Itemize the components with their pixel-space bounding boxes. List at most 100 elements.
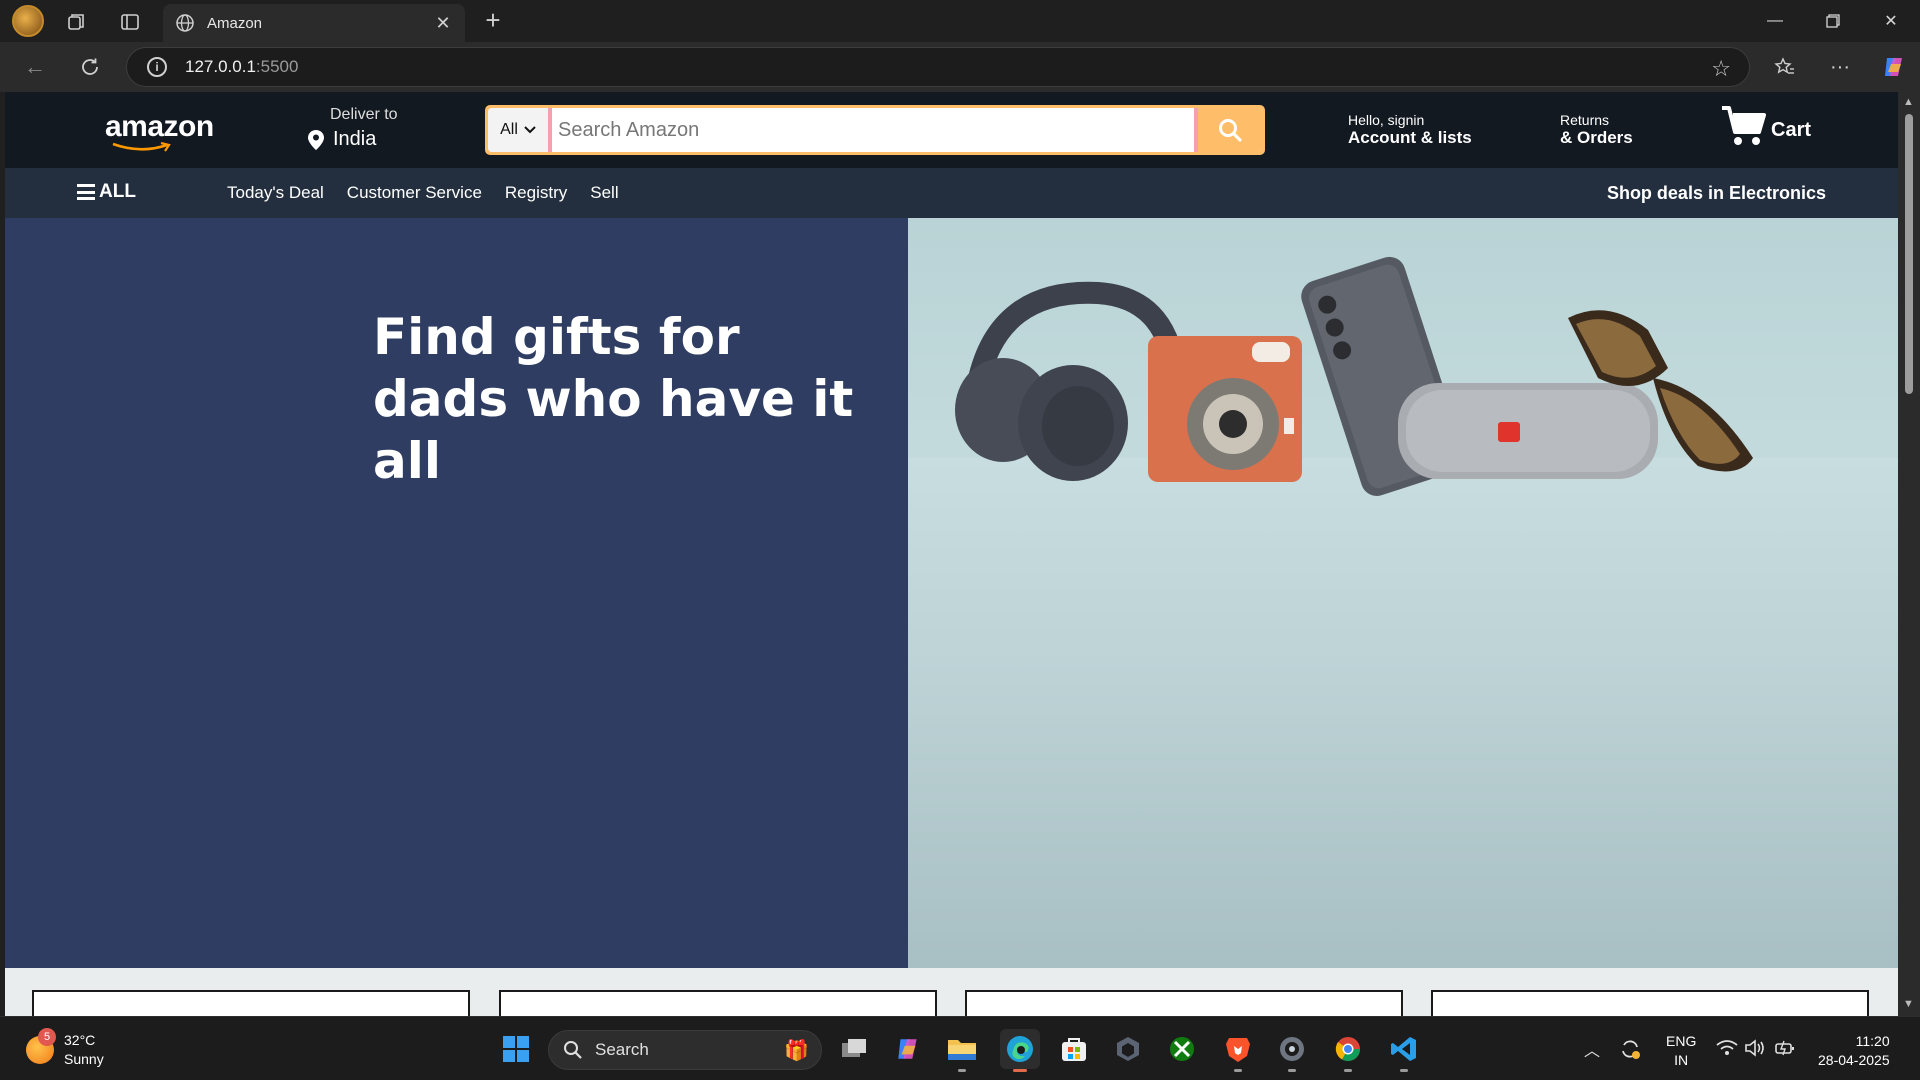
nav-links: Today's Deal Customer Service Registry S… [227, 183, 619, 203]
clock-time: 11:20 [1855, 1033, 1890, 1049]
amazon-logo[interactable]: amazon [105, 110, 214, 144]
restore-icon[interactable] [1813, 6, 1853, 36]
edge-browser-icon[interactable] [1000, 1029, 1040, 1072]
deliver-label: Deliver to [330, 106, 398, 123]
vertical-tabs-icon[interactable] [118, 10, 142, 34]
scroll-down-icon[interactable]: ▼ [1903, 998, 1914, 1010]
taskbar-search[interactable]: Search 🎁 [548, 1030, 822, 1070]
microsoft-store-icon[interactable] [1058, 1033, 1090, 1065]
browser-toolbar: ← i 127.0.0.1 :5500 ☆ ··· [0, 42, 1920, 92]
weather-desc: Sunny [64, 1051, 104, 1067]
copilot-app-icon[interactable] [892, 1033, 924, 1065]
hero-headline-line1: Find gifts for [373, 308, 740, 366]
more-options-icon[interactable]: ··· [1827, 54, 1853, 80]
search-input[interactable] [552, 108, 1194, 152]
cart-button[interactable]: Cart [1721, 104, 1811, 148]
amazon-sub-nav: ALL Today's Deal Customer Service Regist… [5, 168, 1898, 218]
all-menu-label: ALL [99, 181, 136, 202]
products-illustration [955, 256, 1753, 496]
chevron-down-icon [524, 126, 536, 134]
nav-link-customer-service[interactable]: Customer Service [347, 183, 482, 203]
cart-icon [1722, 106, 1766, 145]
product-card[interactable] [965, 990, 1403, 1016]
search-bar: All [485, 105, 1265, 155]
wifi-icon[interactable] [1714, 1035, 1740, 1061]
search-button[interactable] [1194, 108, 1262, 152]
workspaces-icon[interactable] [64, 10, 88, 34]
browser-tab-bar: Amazon ✕ + — ✕ [0, 0, 1920, 42]
close-tab-icon[interactable]: ✕ [431, 13, 455, 34]
headphones-icon [955, 281, 1187, 481]
hero-headline: Find gifts for dads who have it all [373, 306, 908, 492]
tab-amazon[interactable]: Amazon ✕ [163, 4, 465, 42]
windows-icon [503, 1036, 529, 1062]
nav-link-sell[interactable]: Sell [590, 183, 618, 203]
github-desktop-icon[interactable] [1276, 1033, 1308, 1072]
system-clock[interactable]: 11:20 28-04-2025 [1818, 1032, 1890, 1070]
search-highlight-icon: 🎁 [784, 1039, 809, 1062]
amazon-header: amazon Deliver to India All Search Amazo… [5, 92, 1898, 168]
chrome-browser-icon[interactable] [1332, 1033, 1364, 1072]
shop-deals-link[interactable]: Shop deals in Electronics [1607, 183, 1826, 204]
file-explorer-icon[interactable] [946, 1033, 978, 1072]
account-lists[interactable]: Hello, signin Account & lists [1348, 112, 1472, 148]
hero-text-panel: Find gifts for dads who have it all [5, 218, 908, 968]
page-scrollbar[interactable]: ▲ ▼ [1898, 92, 1920, 1016]
weather-widget[interactable]: 5 32°C Sunny [26, 1028, 104, 1069]
globe-icon [176, 14, 194, 32]
clock-date: 28-04-2025 [1818, 1052, 1890, 1068]
brave-browser-icon[interactable] [1222, 1033, 1254, 1072]
weather-temp: 32°C [64, 1032, 96, 1048]
product-card[interactable] [32, 990, 470, 1016]
returns-orders[interactable]: Returns & Orders [1560, 112, 1633, 148]
site-info-icon[interactable]: i [147, 57, 167, 77]
notification-badge: 5 [38, 1028, 56, 1046]
favorite-star-icon[interactable]: ☆ [1711, 56, 1731, 82]
deliver-country: India [333, 128, 377, 150]
product-card[interactable] [1431, 990, 1869, 1016]
nav-link-todays-deal[interactable]: Today's Deal [227, 183, 324, 203]
speaker-icon [1398, 383, 1658, 479]
xbox-icon[interactable] [1166, 1033, 1198, 1065]
search-icon [564, 1041, 582, 1059]
product-card[interactable] [499, 990, 937, 1016]
scroll-up-icon[interactable]: ▲ [1903, 96, 1914, 108]
hero-product-image [908, 218, 1898, 968]
copilot-icon[interactable] [1880, 53, 1908, 81]
input-language-line1: ENG [1666, 1033, 1697, 1049]
profile-avatar[interactable] [12, 5, 44, 37]
orders-label: & Orders [1560, 128, 1633, 147]
sync-icon[interactable] [1616, 1035, 1644, 1063]
scroll-thumb[interactable] [1905, 114, 1913, 394]
start-button[interactable] [500, 1033, 532, 1065]
minimize-icon[interactable]: — [1755, 6, 1795, 36]
tab-title: Amazon [207, 14, 263, 32]
search-category-label: All [500, 121, 518, 138]
close-window-icon[interactable]: ✕ [1871, 6, 1911, 36]
nav-link-registry[interactable]: Registry [505, 183, 567, 203]
vscode-icon[interactable] [1388, 1033, 1420, 1072]
cart-label: Cart [1771, 119, 1812, 141]
back-icon[interactable]: ← [22, 54, 48, 80]
hero-banner[interactable]: Find gifts for dads who have it all [5, 218, 1898, 968]
favorites-icon[interactable] [1772, 54, 1798, 80]
taskbar: 5 32°C Sunny Search 🎁 ︿ ENG IN 11:20 28-… [0, 1016, 1920, 1080]
input-language[interactable]: ENG IN [1666, 1032, 1696, 1070]
address-host: 127.0.0.1 [185, 57, 256, 76]
all-menu-button[interactable]: ALL [77, 181, 136, 203]
returns-label: Returns [1560, 112, 1610, 128]
search-category-select[interactable]: All [488, 108, 552, 152]
search-icon [1219, 119, 1242, 142]
chevron-up-icon[interactable]: ︿ [1584, 1037, 1600, 1061]
address-port: :5500 [255, 57, 299, 76]
refresh-icon[interactable] [77, 54, 103, 80]
new-tab-button[interactable]: + [478, 6, 508, 36]
address-bar[interactable]: i 127.0.0.1 :5500 ☆ [126, 47, 1750, 87]
volume-icon[interactable] [1742, 1035, 1768, 1061]
task-view-icon[interactable] [838, 1033, 870, 1065]
instant-camera-icon [1148, 336, 1302, 482]
account-label: Account & lists [1348, 128, 1472, 147]
app-hexagon-icon[interactable] [1112, 1033, 1144, 1065]
battery-icon[interactable] [1772, 1035, 1798, 1061]
account-greeting: Hello, signin [1348, 112, 1425, 128]
